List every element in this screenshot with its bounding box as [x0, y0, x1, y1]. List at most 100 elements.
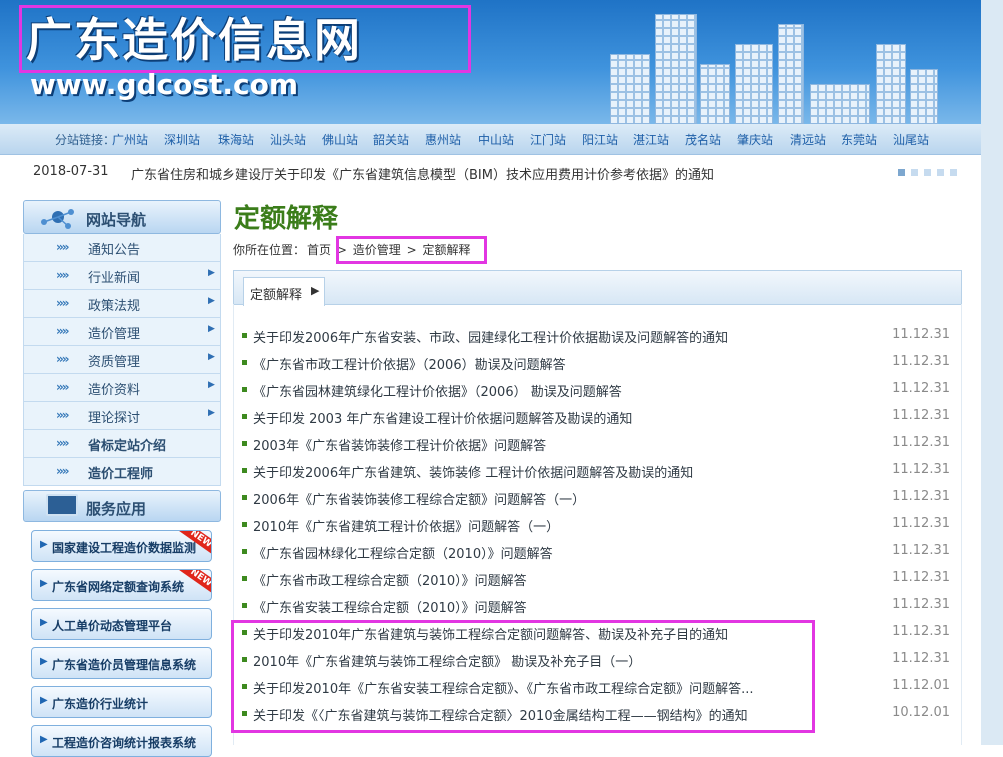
annotation-box-title: [19, 5, 471, 73]
station-link[interactable]: 汕头站: [270, 131, 306, 148]
article-date: 11.12.31: [892, 327, 950, 342]
play-arrow-icon: ▶: [40, 734, 48, 745]
notice-link[interactable]: 广东省住房和城乡建设厅关于印发《广东省建筑信息模型（BIM）技术应用费用计价参考…: [131, 164, 714, 183]
bullet-square-icon: [242, 603, 247, 608]
article-row: 《广东省园林绿化工程综合定额（2010）》问题解答 11.12.31: [240, 540, 952, 562]
tab-label: 定额解释: [250, 288, 303, 303]
article-row: 《广东省市政工程计价依据》（2006）勘误及问题解答 11.12.31: [240, 351, 952, 373]
site-banner: 广东造价信息网 www.gdcost.com: [0, 0, 981, 124]
service-app-label: 国家建设工程造价数据监测: [52, 541, 197, 555]
station-link[interactable]: 珠海站: [218, 131, 254, 148]
article-title-link[interactable]: 《广东省安装工程综合定额（2010）》问题解答: [253, 597, 527, 616]
station-link-bar: 分站链接： 广州站 深圳站 珠海站 汕头站 佛山站 韶关站 惠州站 中山站 江门站 阳江站 湛江站茂…: [0, 124, 981, 155]
slider-dot[interactable]: [911, 169, 918, 176]
breadcrumb-home-link[interactable]: 首页: [307, 243, 331, 257]
tab-quota-explanation[interactable]: 定额解释 ▶: [243, 277, 325, 306]
network-nodes-icon: [41, 209, 74, 229]
service-app-button[interactable]: ▶ 广东省网络定额查询系统 NEW: [31, 569, 212, 601]
station-link[interactable]: 韶关站: [373, 131, 409, 148]
sidebar-nav-item[interactable]: »» 造价工程师: [23, 458, 221, 486]
sidebar-nav-item[interactable]: »» 省标定站介绍: [23, 430, 221, 458]
slider-dot[interactable]: [950, 169, 957, 176]
station-bar-label: 分站链接：: [55, 133, 116, 147]
sidebar-nav-label: 造价管理: [88, 327, 141, 342]
service-app-label: 人工单价动态管理平台: [52, 619, 173, 633]
station-link[interactable]: 湛江站: [633, 131, 669, 148]
station-link[interactable]: 惠州站: [425, 131, 461, 148]
skyline-building: [910, 69, 938, 124]
sidebar-nav-item[interactable]: »» 资质管理 ▶: [23, 346, 221, 374]
station-link[interactable]: 佛山站: [322, 131, 358, 148]
station-link[interactable]: 中山站: [478, 131, 514, 148]
slider-dot[interactable]: [924, 169, 931, 176]
article-date: 11.12.31: [892, 543, 950, 558]
sidebar-nav-item[interactable]: »» 行业新闻 ▶: [23, 262, 221, 290]
station-link[interactable]: 广州站: [112, 131, 148, 148]
article-row: 2006年《广东省装饰装修工程综合定额》问题解答（一） 11.12.31: [240, 486, 952, 508]
station-link[interactable]: 东莞站: [841, 131, 877, 148]
station-link[interactable]: 深圳站: [164, 131, 200, 148]
sidebar-nav-item[interactable]: »» 造价资料 ▶: [23, 374, 221, 402]
bullet-square-icon: [242, 549, 247, 554]
article-title-link[interactable]: 《广东省园林建筑绿化工程计价依据》（2006） 勘误及问题解答: [253, 381, 622, 400]
article-title-link[interactable]: 《广东省园林绿化工程综合定额（2010）》问题解答: [253, 543, 553, 562]
service-app-button[interactable]: ▶ 国家建设工程造价数据监测 NEW: [31, 530, 212, 562]
station-link[interactable]: 清远站: [790, 131, 826, 148]
service-app-button[interactable]: ▶ 广东造价行业统计: [31, 686, 212, 718]
double-chevron-icon: »»: [56, 408, 69, 422]
article-title-link[interactable]: 关于印发 2003 年广东省建设工程计价依据问题解答及勘误的通知: [253, 408, 632, 427]
bullet-square-icon: [242, 387, 247, 392]
bullet-square-icon: [242, 441, 247, 446]
article-row: 《广东省园林建筑绿化工程计价依据》（2006） 勘误及问题解答 11.12.31: [240, 378, 952, 400]
station-link[interactable]: 汕尾站: [893, 131, 929, 148]
station-link[interactable]: 肇庆站: [737, 131, 773, 148]
article-date: 11.12.31: [892, 516, 950, 531]
service-app-button[interactable]: ▶ 人工单价动态管理平台: [31, 608, 212, 640]
article-row: 2003年《广东省装饰装修工程计价依据》问题解答 11.12.31: [240, 432, 952, 454]
double-chevron-icon: »»: [56, 268, 69, 282]
double-chevron-icon: »»: [56, 464, 69, 478]
bullet-square-icon: [242, 414, 247, 419]
station-link[interactable]: 茂名站: [685, 131, 721, 148]
double-chevron-icon: »»: [56, 352, 69, 366]
skyline-building: [610, 54, 650, 124]
sidebar-nav-item[interactable]: »» 政策法规 ▶: [23, 290, 221, 318]
article-title-link[interactable]: 关于印发2006年广东省建筑、装饰装修 工程计价依据问题解答及勘误的通知: [253, 462, 693, 481]
sidebar-nav-label: 省标定站介绍: [88, 439, 167, 454]
article-title-link[interactable]: 2010年《广东省建筑工程计价依据》问题解答（一）: [253, 516, 559, 535]
play-arrow-icon: ▶: [40, 656, 48, 667]
skyline-building: [655, 14, 697, 124]
double-chevron-icon: »»: [56, 296, 69, 310]
station-link[interactable]: 阳江站: [582, 131, 618, 148]
article-title-link[interactable]: 关于印发2006年广东省安装、市政、园建绿化工程计价依据勘误及问题解答的通知: [253, 327, 728, 346]
bullet-square-icon: [242, 333, 247, 338]
article-date: 11.12.31: [892, 570, 950, 585]
article-date: 11.12.31: [892, 354, 950, 369]
double-chevron-icon: »»: [56, 436, 69, 450]
service-app-button[interactable]: ▶ 工程造价咨询统计报表系统: [31, 725, 212, 757]
sidebar-nav-item[interactable]: »» 造价管理 ▶: [23, 318, 221, 346]
article-title-link[interactable]: 《广东省市政工程综合定额（2010）》问题解答: [253, 570, 527, 589]
article-date: 11.12.31: [892, 597, 950, 612]
service-app-label: 广东省网络定额查询系统: [52, 580, 185, 594]
skyline-building: [700, 64, 730, 124]
sidebar-nav-label: 造价资料: [88, 383, 141, 398]
sidebar-nav-item[interactable]: »» 理论探讨 ▶: [23, 402, 221, 430]
submenu-arrow-icon: ▶: [208, 380, 215, 390]
article-title-link[interactable]: 《广东省市政工程计价依据》（2006）勘误及问题解答: [253, 354, 566, 373]
station-link[interactable]: 江门站: [530, 131, 566, 148]
sidebar-nav-label: 理论探讨: [88, 411, 141, 426]
sidebar-nav-item[interactable]: »» 通知公告: [23, 234, 221, 262]
slider-dot[interactable]: [937, 169, 944, 176]
sidebar-nav-label: 资质管理: [88, 355, 141, 370]
skyline-building: [735, 44, 773, 124]
service-app-button[interactable]: ▶ 广东省造价员管理信息系统: [31, 647, 212, 679]
play-arrow-icon: ▶: [40, 578, 48, 589]
article-row: 《广东省市政工程综合定额（2010）》问题解答 11.12.31: [240, 567, 952, 589]
article-title-link[interactable]: 2003年《广东省装饰装修工程计价依据》问题解答: [253, 435, 546, 454]
article-title-link[interactable]: 2006年《广东省装饰装修工程综合定额》问题解答（一）: [253, 489, 585, 508]
submenu-arrow-icon: ▶: [208, 296, 215, 306]
slider-dot-active[interactable]: [898, 169, 905, 176]
article-date: 10.12.01: [892, 705, 950, 720]
sidebar-nav-label: 造价工程师: [88, 467, 154, 482]
